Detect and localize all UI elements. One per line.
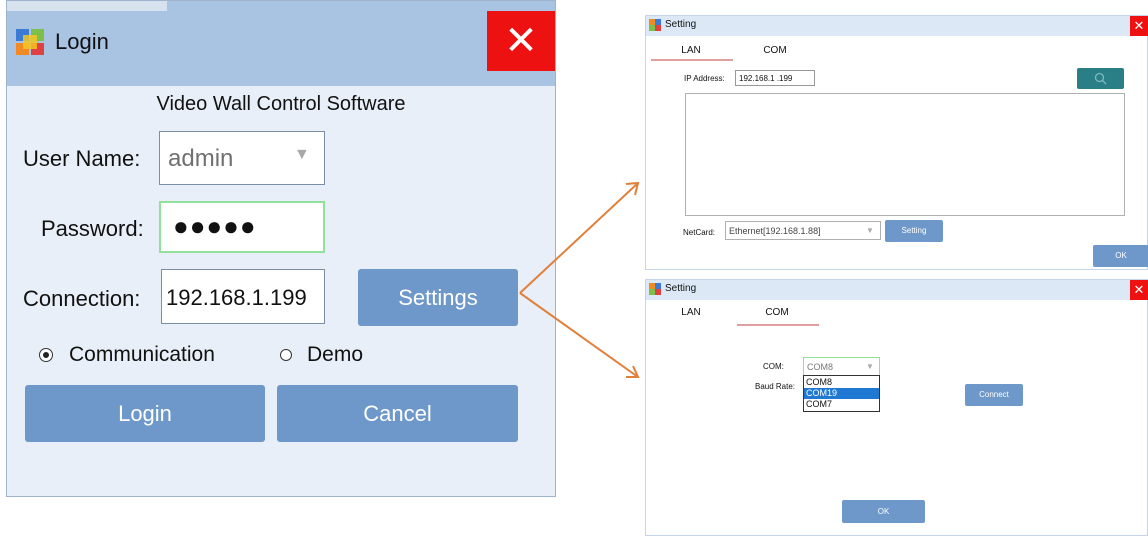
active-tab-indicator xyxy=(651,59,733,61)
baud-rate-label: Baud Rate: xyxy=(755,382,796,391)
com-label: COM: xyxy=(763,362,784,371)
com-value: COM8 xyxy=(807,362,834,372)
connection-field[interactable]: 192.168.1.199 xyxy=(161,269,325,324)
app-icon xyxy=(16,29,44,55)
arrowhead-lan xyxy=(625,181,640,196)
ok-button[interactable]: OK xyxy=(842,500,925,523)
connection-value: 192.168.1.199 xyxy=(166,285,307,310)
active-tab-indicator xyxy=(737,324,819,326)
settings-button[interactable]: Settings xyxy=(358,269,518,326)
connection-label: Connection: xyxy=(23,286,141,311)
tab-lan[interactable]: LAN xyxy=(650,45,732,56)
ip-address-field[interactable]: 192.168.1 .199 xyxy=(735,70,815,86)
dropdown-arrow-icon[interactable]: ▼ xyxy=(866,362,874,371)
communication-radio-label[interactable]: Communication xyxy=(69,343,215,367)
device-list[interactable] xyxy=(685,93,1125,216)
tab-com[interactable]: COM xyxy=(734,45,816,56)
password-field[interactable]: ●●●●● xyxy=(159,201,325,253)
setting-title: Setting xyxy=(665,283,697,294)
setting-button[interactable]: Setting xyxy=(885,220,943,242)
password-label: Password: xyxy=(41,216,144,241)
app-icon xyxy=(649,19,661,31)
dropdown-arrow-icon[interactable]: ▼ xyxy=(866,226,874,235)
ok-button[interactable]: OK xyxy=(1093,245,1148,267)
password-value: ●●●●● xyxy=(173,211,257,241)
app-icon xyxy=(649,283,661,295)
login-button[interactable]: Login xyxy=(25,385,265,442)
ip-address-label: IP Address: xyxy=(684,74,725,83)
app-heading: Video Wall Control Software xyxy=(156,93,406,115)
radio-selected-dot xyxy=(43,352,49,358)
cancel-button[interactable]: Cancel xyxy=(277,385,518,442)
arrowhead-com xyxy=(626,365,640,378)
ip-address-value: 192.168.1 .199 xyxy=(739,74,793,83)
close-button[interactable]: ✕ xyxy=(1130,16,1148,36)
dropdown-arrow-icon[interactable]: ▼ xyxy=(294,146,310,164)
login-window: Login ✕ Video Wall Control Software User… xyxy=(6,0,556,497)
dropdown-option-highlighted[interactable]: COM19 xyxy=(804,388,879,399)
communication-radio[interactable] xyxy=(39,348,53,362)
com-dropdown-list[interactable]: COM8 COM19 COM7 xyxy=(803,375,880,412)
background-window-strip xyxy=(7,1,167,11)
user-name-label: User Name: xyxy=(23,146,141,171)
close-button[interactable]: ✕ xyxy=(487,11,555,71)
setting-titlebar[interactable] xyxy=(646,16,1147,36)
setting-window-lan: Setting ✕ LAN COM IP Address: 192.168.1 … xyxy=(645,15,1148,270)
search-icon xyxy=(1094,72,1107,85)
dropdown-option[interactable]: COM8 xyxy=(804,377,879,388)
netcard-value: Ethernet[192.168.1.88] xyxy=(729,226,821,236)
tab-lan[interactable]: LAN xyxy=(650,307,732,318)
search-button[interactable] xyxy=(1077,68,1124,89)
netcard-combobox[interactable]: Ethernet[192.168.1.88] ▼ xyxy=(725,221,881,240)
setting-title: Setting xyxy=(665,19,697,30)
netcard-label: NetCard: xyxy=(683,228,716,237)
setting-titlebar[interactable] xyxy=(646,280,1147,300)
tab-com[interactable]: COM xyxy=(736,307,818,318)
user-name-combobox[interactable]: admin ▼ xyxy=(159,131,325,185)
dropdown-option[interactable]: COM7 xyxy=(804,399,879,410)
setting-window-com: Setting ✕ LAN COM COM: COM8 ▼ Baud Rate:… xyxy=(645,279,1148,536)
connect-button[interactable]: Connect xyxy=(965,384,1023,406)
com-combobox[interactable]: COM8 ▼ xyxy=(803,357,880,376)
window-title: Login xyxy=(55,29,109,54)
close-button[interactable]: ✕ xyxy=(1130,280,1148,300)
user-name-value: admin xyxy=(168,145,234,172)
demo-radio-label[interactable]: Demo xyxy=(307,343,363,367)
demo-radio[interactable] xyxy=(280,349,292,361)
